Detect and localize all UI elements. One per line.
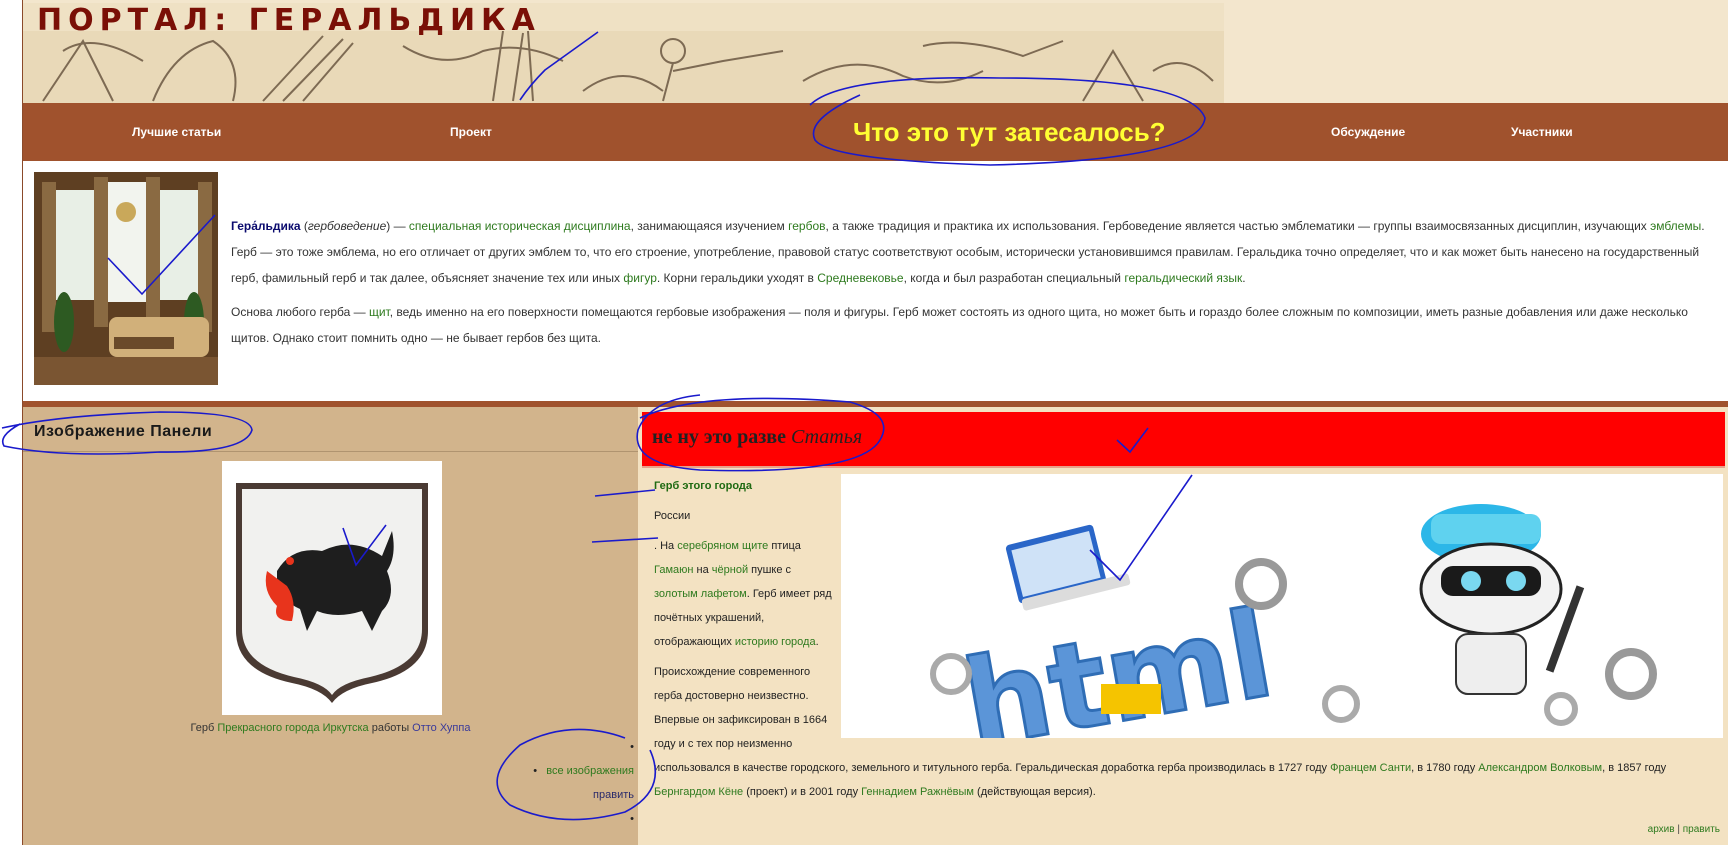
coat-of-arms-image[interactable] xyxy=(222,461,442,715)
intro-p1-link[interactable]: фигур xyxy=(623,271,657,285)
article-edit-link[interactable]: править xyxy=(1683,824,1720,835)
intro-photo xyxy=(34,172,218,385)
panel-list-item: • все изображения xyxy=(533,765,634,777)
article-paragraph-1: . На серебряном щите птица Гамаюн на чёр… xyxy=(654,534,834,654)
panel-title: Изображение Панели xyxy=(34,423,213,440)
article-p1-link[interactable]: золотым лафетом xyxy=(654,588,747,600)
article-p2-link[interactable]: Францем Санти xyxy=(1330,762,1411,774)
intro-p1-text: . xyxy=(1242,271,1246,285)
article-p1-link[interactable]: чёрной xyxy=(712,564,748,576)
article-p2-text: (проект) и в 2001 году xyxy=(743,786,862,798)
panel-list-item: • xyxy=(630,813,634,825)
article-p2-text: (действующая версия). xyxy=(974,786,1096,798)
panel-list-item: • xyxy=(630,741,634,753)
intro-p2-text: Основа любого герба — xyxy=(231,305,369,319)
nav-item-best-articles[interactable]: Лучшие статьи xyxy=(132,103,221,161)
all-images-link[interactable]: все изображения xyxy=(546,765,634,777)
intro-p1-link[interactable]: гербов xyxy=(788,219,825,233)
coat-of-arms-icon xyxy=(236,483,428,703)
intro-p1-link[interactable]: геральдический язык xyxy=(1124,271,1242,285)
intro-p2-link[interactable]: щит xyxy=(369,305,390,319)
intro-p2-text: , ведь именно на его поверхности помещаю… xyxy=(231,305,1688,345)
intro-p1-link[interactable]: Средневековье xyxy=(817,271,903,285)
living-room-image xyxy=(34,172,218,385)
intro-p1-link[interactable]: специальная историческая дисциплина xyxy=(409,219,631,233)
article-text: Герб этого города России . На серебряном… xyxy=(654,474,1720,810)
article-p1-link[interactable]: Гамаюн xyxy=(654,564,693,576)
intro-text: Гера́льдика (гербоведение) — специальная… xyxy=(231,213,1726,359)
article-paragraph-2-end: использовался в качестве городского, зем… xyxy=(654,756,1720,804)
nav-item-project[interactable]: Проект xyxy=(450,103,492,161)
article-p2-text: , в 1857 году xyxy=(1602,762,1667,774)
panel-links: • • все изображения править • xyxy=(533,735,634,831)
site-title: ПОРТАЛ: ГЕРАЛЬДИКА xyxy=(37,3,541,38)
intro-p1-text: ( xyxy=(300,219,308,233)
intro-p1-text: ) — xyxy=(386,219,409,233)
caption-prefix: Герб xyxy=(190,722,218,734)
article-p2-link[interactable]: Бернгардом Кёне xyxy=(654,786,743,798)
article-narrow-column: Герб этого города России . На серебряном… xyxy=(654,474,834,756)
caption-mid: работы xyxy=(368,722,413,734)
intro-p1-text: , а также традиция и практика их использ… xyxy=(825,219,1651,233)
article-p2-text: , в 1780 году xyxy=(1411,762,1479,774)
nav-item-participants[interactable]: Участники xyxy=(1511,103,1573,161)
panel-rule xyxy=(23,451,638,452)
article-p1-text: . На xyxy=(654,540,678,552)
intro-p1-text: , когда и был разработан специальный xyxy=(903,271,1125,285)
portal-page: ПОРТАЛ: ГЕРАЛЬДИКА Лучшие статьи Проект … xyxy=(23,0,1728,845)
intro-p1-text: , занимающаяся изучением xyxy=(630,219,789,233)
article-footer: архив | править xyxy=(1648,824,1720,835)
intro-p1-italic: гербоведение xyxy=(307,219,387,233)
header: ПОРТАЛ: ГЕРАЛЬДИКА xyxy=(23,0,1728,103)
nav-highlight-text: Что это тут затесалось? xyxy=(853,117,1166,147)
article-title: не ну это разве Статья xyxy=(652,426,862,449)
panel-caption: Герб Прекрасного города Иркутска работы … xyxy=(23,722,638,734)
article-p1-text: на xyxy=(693,564,712,576)
banner: ПОРТАЛ: ГЕРАЛЬДИКА xyxy=(23,3,1224,103)
article-p2-link[interactable]: Александром Волковым xyxy=(1478,762,1602,774)
article-header: не ну это разве Статья xyxy=(642,412,1725,466)
article-paragraph-2-start: Происхождение современного герба достове… xyxy=(654,666,828,750)
article-p2-text: использовался в качестве городского, зем… xyxy=(654,762,1331,774)
nav-item-discussion[interactable]: Обсуждение xyxy=(1331,103,1405,161)
article-heading: Герб этого города xyxy=(654,480,753,492)
panel-edit-link[interactable]: править xyxy=(533,783,634,807)
main-nav: Лучшие статьи Проект Что это тут затесал… xyxy=(23,103,1728,161)
article-p1-link[interactable]: серебряном щите xyxy=(677,540,768,552)
article-p1-text: пушке с xyxy=(748,564,792,576)
caption-city-link[interactable]: Прекрасного города Иркутска xyxy=(217,722,368,734)
archive-link[interactable]: архив xyxy=(1648,824,1675,835)
intro-term: Гера́льдика xyxy=(231,219,301,233)
article-p2-link[interactable]: Геннадием Ражнёвым xyxy=(861,786,974,798)
article-p1-link[interactable]: историю города xyxy=(735,636,816,648)
article-line-russia: России xyxy=(654,510,691,522)
intro-p1-link[interactable]: эмблемы xyxy=(1650,219,1701,233)
intro-paragraph-2: Основа любого герба — щит, ведь именно н… xyxy=(231,299,1726,351)
intro-paragraph-1: Гера́льдика (гербоведение) — специальная… xyxy=(231,213,1726,291)
article-title-italic: Статья xyxy=(790,426,863,448)
caption-author-link[interactable]: Отто Хуппа xyxy=(412,722,470,734)
article-title-plain: не ну это разве xyxy=(652,426,791,448)
article-section: не ну это разве Статья html Герб этого г… xyxy=(638,407,1728,845)
image-panel: Изображение Панели Герб Прекрасного горо… xyxy=(23,407,638,845)
article-p1-text: . xyxy=(815,636,819,648)
intro-section: Гера́льдика (гербоведение) — специальная… xyxy=(23,161,1728,401)
article-rule xyxy=(642,466,1725,468)
intro-p1-text: . Корни геральдики уходят в xyxy=(656,271,818,285)
banner-drawing xyxy=(23,31,1224,103)
article-p1-text: птица xyxy=(768,540,801,552)
